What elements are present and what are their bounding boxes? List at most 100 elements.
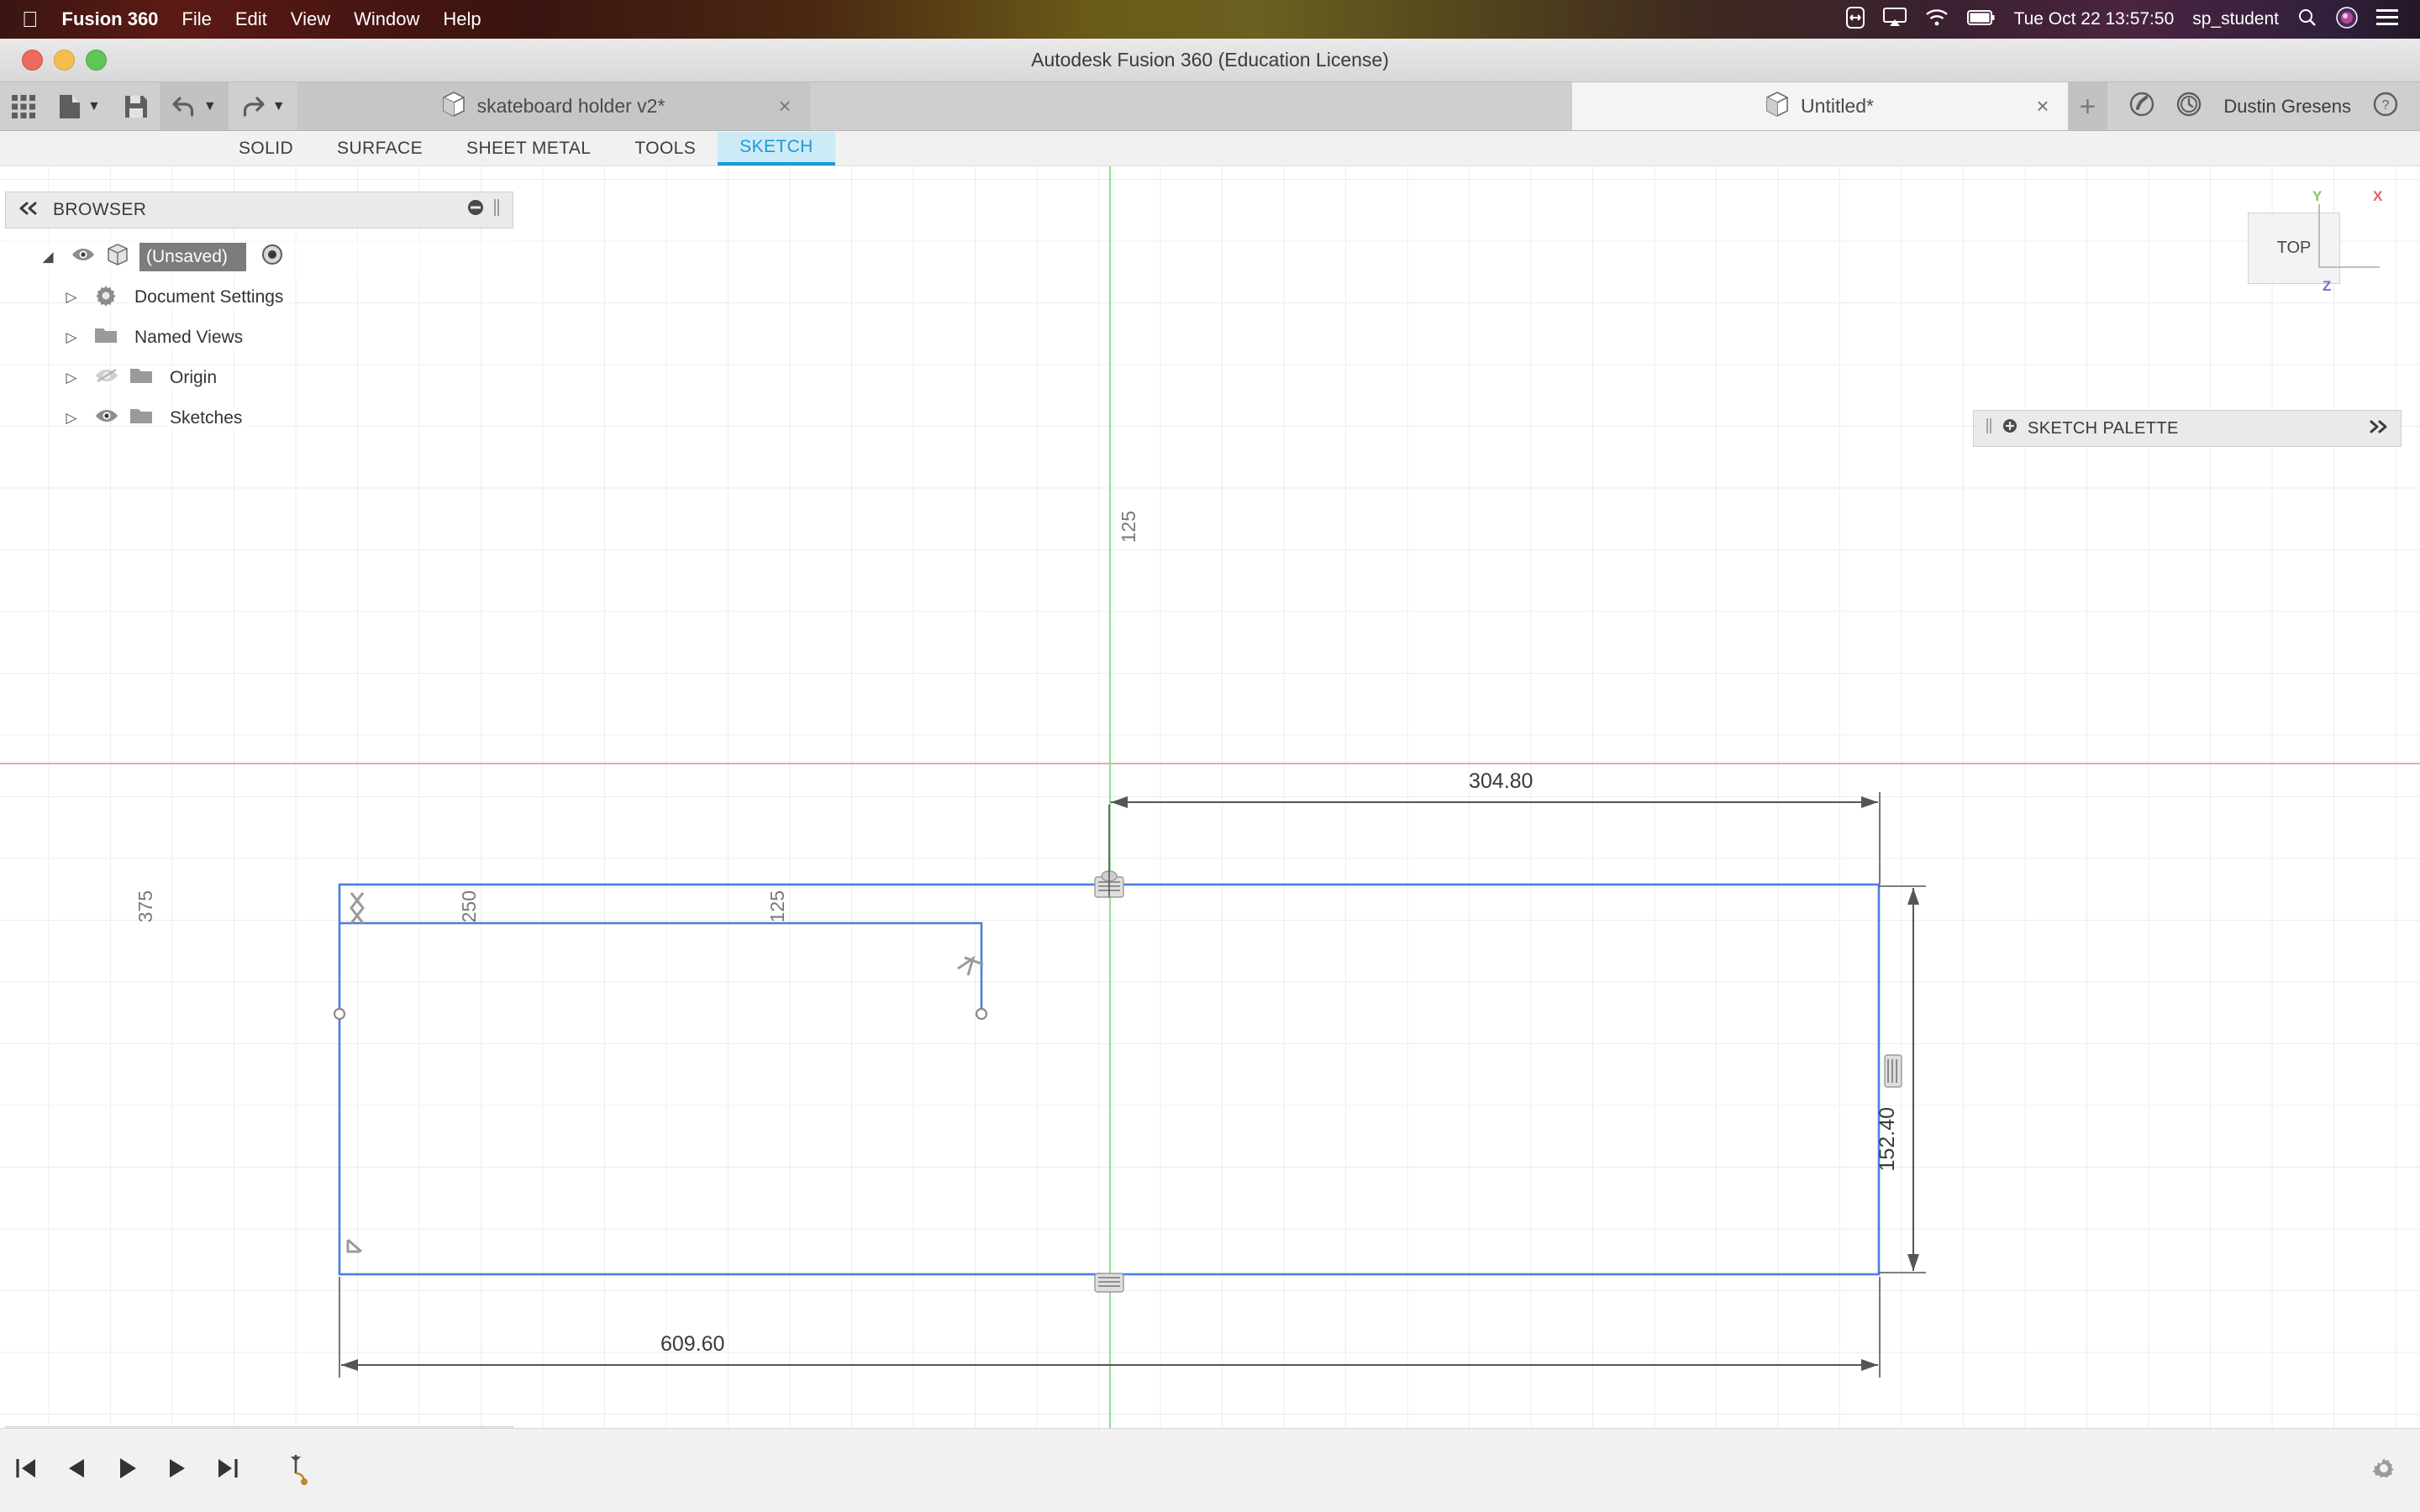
search-icon[interactable]	[2297, 8, 2317, 32]
double-chevron-right-icon[interactable]	[2367, 419, 2389, 438]
browser-header: BROWSER	[5, 192, 513, 228]
browser-item-label: Document Settings	[128, 286, 291, 309]
battery-icon[interactable]	[1966, 9, 1996, 30]
browser-item-document-settings[interactable]: ▷ Document Settings	[5, 277, 513, 318]
grid-apps-icon[interactable]	[0, 82, 47, 130]
sketch-canvas[interactable]: 375 250 125 125 304.80 152.40 609.60 BRO…	[0, 166, 2420, 1512]
y-axis-line	[1109, 166, 1111, 1512]
browser-item-label: Origin	[163, 366, 224, 390]
component-cube-icon	[106, 242, 129, 272]
menu-app-name[interactable]: Fusion 360	[62, 8, 159, 30]
menu-help[interactable]: Help	[443, 8, 481, 30]
expand-arrow-icon[interactable]: ▷	[59, 370, 84, 386]
height-dimension[interactable]: 152.40	[1876, 1107, 1900, 1171]
active-tab-underline	[718, 162, 835, 165]
browser-title: BROWSER	[53, 200, 147, 219]
account-user-name[interactable]: Dustin Gresens	[2223, 96, 2351, 118]
step-forward-icon[interactable]	[163, 1454, 192, 1487]
new-file-icon[interactable]: ▼	[47, 82, 113, 130]
folder-icon	[94, 325, 118, 350]
settings-dot-icon[interactable]	[2002, 418, 2018, 438]
chevron-down-icon[interactable]: ▼	[87, 99, 101, 114]
eye-visible-icon[interactable]	[71, 246, 96, 268]
tab-solid[interactable]: SOLID	[217, 134, 315, 165]
grid-label-125: 125	[766, 890, 788, 923]
minimize-icon[interactable]	[467, 199, 484, 221]
expand-arrow-icon[interactable]: ▷	[59, 410, 84, 427]
chevron-down-icon[interactable]: ▼	[203, 99, 217, 114]
menubar-datetime: Tue Oct 22 13:57:50	[2013, 9, 2175, 29]
browser-panel: BROWSER ◢ (Unsaved) ▷ Document Settings …	[5, 192, 513, 438]
document-tab-label: Untitled*	[1801, 95, 1874, 117]
axis-label-x: X	[2373, 188, 2383, 204]
grid-label-125-vertical: 125	[1118, 511, 1139, 543]
panel-resize-handle[interactable]	[1986, 417, 1992, 440]
display-mirror-icon[interactable]	[1845, 6, 1865, 33]
tab-sheet-metal[interactable]: SHEET METAL	[445, 134, 613, 165]
macos-menu-bar:  Fusion 360 File Edit View Window Help …	[0, 0, 2420, 39]
go-to-end-icon[interactable]	[213, 1454, 242, 1487]
document-tab-untitled[interactable]: Untitled* ×	[1571, 82, 2068, 130]
menu-file[interactable]: File	[182, 8, 211, 30]
browser-item-sketches[interactable]: ▷ Sketches	[5, 398, 513, 438]
view-cube-axes: Y X Z	[2312, 188, 2383, 294]
panel-resize-handle[interactable]	[492, 197, 501, 223]
airplay-icon[interactable]	[1882, 7, 1907, 32]
browser-item-label: (Unsaved)	[139, 243, 246, 271]
sketch-feature-icon[interactable]	[286, 1450, 321, 1491]
browser-item-unsaved[interactable]: ◢ (Unsaved)	[5, 237, 513, 277]
tab-label: SURFACE	[337, 139, 424, 158]
close-tab-icon[interactable]: ×	[2036, 93, 2049, 119]
document-tab-label: skateboard holder v2*	[476, 95, 666, 117]
expand-arrow-icon[interactable]: ▷	[59, 329, 84, 346]
apple-logo-icon[interactable]: 	[22, 8, 39, 30]
browser-item-origin[interactable]: ▷ Origin	[5, 358, 513, 398]
menu-edit[interactable]: Edit	[235, 8, 267, 30]
tab-strip-spacer	[810, 82, 1572, 130]
gear-icon[interactable]	[2370, 1454, 2398, 1487]
wifi-icon[interactable]	[1925, 8, 1949, 31]
tab-surface[interactable]: SURFACE	[315, 134, 445, 165]
document-cube-icon	[442, 91, 466, 123]
help-icon[interactable]: ?	[2373, 92, 2398, 121]
siri-icon[interactable]	[2336, 6, 2358, 33]
chevron-down-icon[interactable]: ▼	[272, 99, 286, 114]
close-tab-icon[interactable]: ×	[778, 93, 791, 119]
new-tab-button[interactable]: +	[2067, 82, 2108, 130]
tab-sketch[interactable]: SKETCH	[718, 132, 835, 165]
play-icon[interactable]	[113, 1454, 141, 1487]
activate-radio-icon[interactable]	[261, 244, 283, 270]
tab-tools[interactable]: TOOLS	[613, 134, 718, 165]
document-tab-skateboard-holder[interactable]: skateboard holder v2* ×	[297, 82, 810, 130]
step-back-icon[interactable]	[62, 1454, 91, 1487]
timeline-bar	[0, 1428, 2420, 1512]
expand-arrow-icon[interactable]: ◢	[35, 249, 60, 265]
go-to-start-icon[interactable]	[12, 1454, 40, 1487]
tab-label: TOOLS	[634, 139, 697, 158]
top-width-dimension[interactable]: 304.80	[1469, 769, 1533, 794]
control-center-icon[interactable]	[2376, 8, 2398, 31]
menu-window[interactable]: Window	[354, 8, 419, 30]
expand-arrow-icon[interactable]: ▷	[59, 289, 84, 306]
plus-icon: +	[2079, 90, 2096, 123]
double-chevron-left-icon[interactable]	[18, 200, 39, 220]
sketch-palette-panel[interactable]: SKETCH PALETTE	[1973, 410, 2402, 447]
redo-icon[interactable]: ▼	[229, 82, 297, 130]
menubar-user[interactable]: sp_student	[2192, 9, 2279, 29]
folder-icon	[129, 406, 153, 431]
menu-view[interactable]: View	[291, 8, 330, 30]
recent-icon[interactable]	[2176, 92, 2202, 121]
grid-label-250: 250	[458, 890, 480, 923]
browser-item-named-views[interactable]: ▷ Named Views	[5, 318, 513, 358]
browser-item-label: Named Views	[128, 326, 250, 349]
job-status-icon[interactable]	[2129, 92, 2154, 121]
save-icon[interactable]	[113, 82, 160, 130]
document-cube-icon	[1765, 91, 1789, 123]
tab-label: SKETCH	[739, 137, 813, 156]
window-title-bar: Autodesk Fusion 360 (Education License)	[0, 39, 2420, 82]
eye-hidden-icon[interactable]	[94, 367, 119, 389]
eye-visible-icon[interactable]	[94, 407, 119, 429]
tab-label: SHEET METAL	[466, 139, 592, 158]
undo-icon[interactable]: ▼	[159, 82, 229, 130]
overall-width-dimension[interactable]: 609.60	[660, 1332, 724, 1357]
